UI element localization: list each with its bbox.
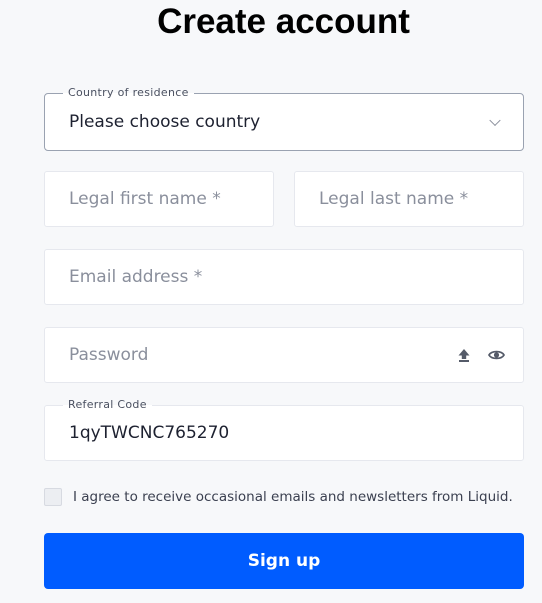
- newsletter-checkbox[interactable]: [44, 488, 62, 506]
- page-title: Create account: [157, 2, 410, 41]
- last-name-placeholder: Legal last name *: [319, 189, 469, 209]
- referral-value: 1qyTWCNC765270: [69, 423, 230, 443]
- country-label: Country of residence: [63, 85, 194, 101]
- country-value: Please choose country: [69, 112, 261, 132]
- newsletter-label: I agree to receive occasional emails and…: [73, 489, 513, 505]
- sign-up-button[interactable]: Sign up: [44, 533, 524, 589]
- referral-label: Referral Code: [63, 397, 152, 413]
- password-placeholder: Password: [69, 345, 149, 365]
- create-account-page: Create account Country of residence Plea…: [0, 0, 542, 603]
- first-name-placeholder: Legal first name *: [69, 189, 221, 209]
- email-field[interactable]: Email address *: [44, 249, 524, 305]
- last-name-field[interactable]: Legal last name *: [294, 171, 524, 227]
- email-placeholder: Email address *: [69, 267, 203, 287]
- eye-icon[interactable]: [488, 348, 505, 362]
- upload-icon[interactable]: [457, 348, 471, 362]
- chevron-down-icon: [489, 114, 501, 127]
- newsletter-consent: I agree to receive occasional emails and…: [44, 488, 513, 506]
- first-name-field[interactable]: Legal first name *: [44, 171, 274, 227]
- password-field[interactable]: Password: [44, 327, 524, 383]
- referral-code-field[interactable]: Referral Code 1qyTWCNC765270: [44, 397, 524, 461]
- country-select[interactable]: Country of residence Please choose count…: [44, 85, 524, 151]
